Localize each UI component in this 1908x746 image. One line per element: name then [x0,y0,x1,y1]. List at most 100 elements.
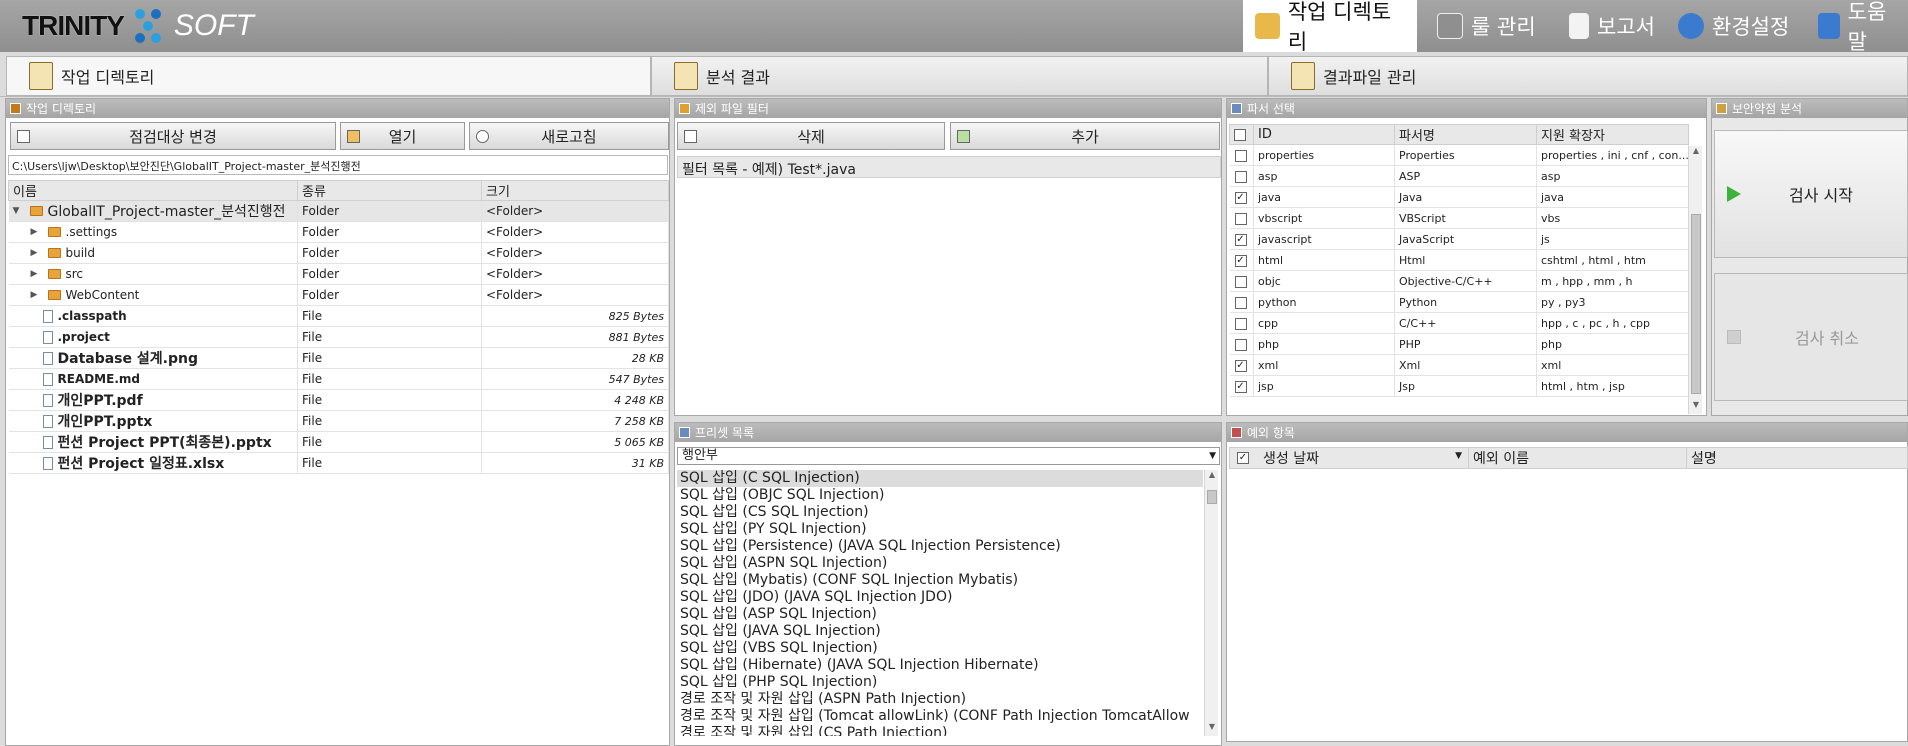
refresh-button[interactable]: 새로고침 [469,122,669,150]
file-tree-row[interactable]: ▶ .settings Folder <Folder> [8,221,669,243]
file-tree-row[interactable]: ▼ GlobalIT_Project-master_분석진행전 Folder <Fol… [8,200,669,222]
tab-result-files[interactable]: 결과파일 관리 [1268,56,1908,96]
topmenu-rules[interactable]: 룰 관리 [1425,0,1555,52]
file-name-cell[interactable]: ▶ src [8,263,298,285]
column-header-parser-name[interactable]: 파서명 [1394,124,1537,145]
file-name-cell[interactable]: 개인PPT.pptx [8,410,298,432]
parser-checkbox[interactable] [1234,338,1247,351]
expand-toggle-icon[interactable]: ▶ [31,248,43,258]
preset-rule-item[interactable]: SQL 삽입 (Mybatis) (CONF SQL Injection Myb… [677,572,1203,589]
parser-checkbox[interactable] [1234,149,1247,162]
preset-rule-item[interactable]: SQL 삽입 (CS SQL Injection) [677,504,1203,521]
scrollbar-thumb[interactable] [1691,214,1701,394]
parser-row[interactable]: ✓ xml Xml xml [1229,354,1689,376]
preset-rule-item[interactable]: SQL 삽입 (C SQL Injection) [677,470,1203,487]
file-name-cell[interactable]: 개인PPT.pdf [8,389,298,411]
scroll-up-icon[interactable]: ▲ [1689,146,1703,160]
file-name-cell[interactable]: ▼ GlobalIT_Project-master_분석진행전 [8,200,298,222]
column-header-description[interactable]: 설명 [1686,448,1717,468]
file-name-cell[interactable]: ▶ .settings [8,221,298,243]
parser-checkbox[interactable] [1234,170,1247,183]
preset-rule-item[interactable]: SQL 삽입 (PHP SQL Injection) [677,674,1203,691]
topmenu-help[interactable]: 도움말 [1806,0,1908,54]
column-header-extensions[interactable]: 지원 확장자 [1536,124,1689,145]
delete-filter-button[interactable]: 삭제 [677,122,945,150]
file-tree-row[interactable]: Database 설계.png File 28 KB [8,347,669,369]
preset-scrollbar[interactable]: ▲ ▼ [1204,470,1218,736]
parser-row[interactable]: asp ASP asp [1229,165,1689,187]
file-tree-row[interactable]: ▶ WebContent Folder <Folder> [8,284,669,306]
preset-rule-item[interactable]: 경로 조작 및 자원 삽입 (CS Path Injection) [677,725,1203,736]
open-button[interactable]: 열기 [340,122,465,150]
file-tree-row[interactable]: 펀션 Project PPT(최종본).pptx File 5 065 KB [8,431,669,453]
column-header-id[interactable]: ID [1253,124,1395,145]
parser-row[interactable]: ✓ java Java java [1229,186,1689,208]
preset-rule-item[interactable]: SQL 삽입 (Persistence) (JAVA SQL Injection… [677,538,1203,555]
parser-checkbox[interactable] [1234,317,1247,330]
topmenu-workdir[interactable]: 작업 디렉토리 [1243,0,1417,54]
parser-checkbox[interactable]: ✓ [1234,254,1247,267]
exceptions-select-all-checkbox[interactable]: ✓ [1237,452,1249,464]
file-name-cell[interactable]: 펀션 Project 일정표.xlsx [8,452,298,474]
expand-toggle-icon[interactable]: ▶ [31,290,43,300]
parser-row[interactable]: python Python py , py3 [1229,291,1689,313]
file-tree-row[interactable]: 개인PPT.pptx File 7 258 KB [8,410,669,432]
file-name-cell[interactable]: .project [8,326,298,348]
file-tree-row[interactable]: README.md File 547 Bytes [8,368,669,390]
expand-toggle-icon[interactable]: ▶ [31,269,43,279]
parser-checkbox[interactable]: ✓ [1234,359,1247,372]
parser-checkbox[interactable]: ✓ [1234,380,1247,393]
tab-workdir[interactable]: 작업 디렉토리 [6,56,651,96]
file-tree-row[interactable]: 개인PPT.pdf File 4 248 KB [8,389,669,411]
preset-rule-item[interactable]: SQL 삽입 (Hibernate) (JAVA SQL Injection H… [677,657,1203,674]
parser-select-all-header[interactable] [1229,124,1254,145]
scroll-down-icon[interactable]: ▼ [1205,722,1219,736]
topmenu-settings[interactable]: 환경설정 [1666,0,1806,52]
tab-analysis-result[interactable]: 분석 결과 [651,56,1268,96]
column-header-size[interactable]: 크기 [481,180,669,201]
scrollbar-thumb[interactable] [1207,490,1217,504]
scroll-down-icon[interactable]: ▼ [1689,400,1703,414]
preset-rule-item[interactable]: SQL 삽입 (PY SQL Injection) [677,521,1203,538]
expand-toggle-icon[interactable]: ▶ [31,227,43,237]
select-all-checkbox[interactable] [1234,128,1246,141]
parser-checkbox[interactable] [1234,212,1247,225]
parser-scrollbar[interactable]: ▲ ▼ [1688,146,1702,414]
parser-checkbox[interactable]: ✓ [1234,191,1247,204]
preset-rule-item[interactable]: SQL 삽입 (ASP SQL Injection) [677,606,1203,623]
file-name-cell[interactable]: README.md [8,368,298,390]
parser-row[interactable]: ✓ html Html cshtml , html , htm [1229,249,1689,271]
target-path-field[interactable]: C:\Users\ljw\Desktop\보안진단\GlobalIT_Proje… [8,155,668,175]
sort-desc-icon[interactable]: ▼ [1455,451,1462,461]
column-header-type[interactable]: 종류 [297,180,482,201]
file-tree-row[interactable]: .classpath File 825 Bytes [8,305,669,327]
topmenu-report[interactable]: 보고서 [1557,0,1673,52]
preset-rule-item[interactable]: SQL 삽입 (JAVA SQL Injection) [677,623,1203,640]
parser-checkbox[interactable]: ✓ [1234,233,1247,246]
scroll-up-icon[interactable]: ▲ [1205,470,1219,484]
preset-rule-item[interactable]: SQL 삽입 (VBS SQL Injection) [677,640,1203,657]
change-target-button[interactable]: 점검대상 변경 [10,122,336,150]
parser-row[interactable]: ✓ jsp Jsp html , htm , jsp [1229,375,1689,397]
cancel-scan-button[interactable]: 검사 취소 [1714,273,1908,401]
file-tree-row[interactable]: ▶ build Folder <Folder> [8,242,669,264]
expand-toggle-icon[interactable]: ▼ [13,206,25,216]
parser-row[interactable]: cpp C/C++ hpp , c , pc , h , cpp [1229,312,1689,334]
parser-row[interactable]: objc Objective-C/C++ m , hpp , mm , h [1229,270,1689,292]
preset-select[interactable]: 행안부 ▼ [677,447,1220,465]
parser-row[interactable]: vbscript VBScript vbs [1229,207,1689,229]
parser-row[interactable]: php PHP php [1229,333,1689,355]
file-tree-row[interactable]: ▶ src Folder <Folder> [8,263,669,285]
file-name-cell[interactable]: ▶ WebContent [8,284,298,306]
preset-rule-item[interactable]: SQL 삽입 (ASPN SQL Injection) [677,555,1203,572]
column-header-name[interactable]: 이름 [8,180,298,201]
column-header-created-date[interactable]: 생성 날짜 ▼ [1263,448,1468,468]
file-name-cell[interactable]: Database 설계.png [8,347,298,369]
column-header-exception-name[interactable]: 예외 이름 [1468,448,1686,468]
file-name-cell[interactable]: ▶ build [8,242,298,264]
file-tree-row[interactable]: 펀션 Project 일정표.xlsx File 31 KB [8,452,669,474]
chevron-down-icon[interactable]: ▼ [1209,448,1216,464]
parser-row[interactable]: ✓ javascript JavaScript js [1229,228,1689,250]
file-name-cell[interactable]: 펀션 Project PPT(최종본).pptx [8,431,298,453]
parser-checkbox[interactable] [1234,275,1247,288]
